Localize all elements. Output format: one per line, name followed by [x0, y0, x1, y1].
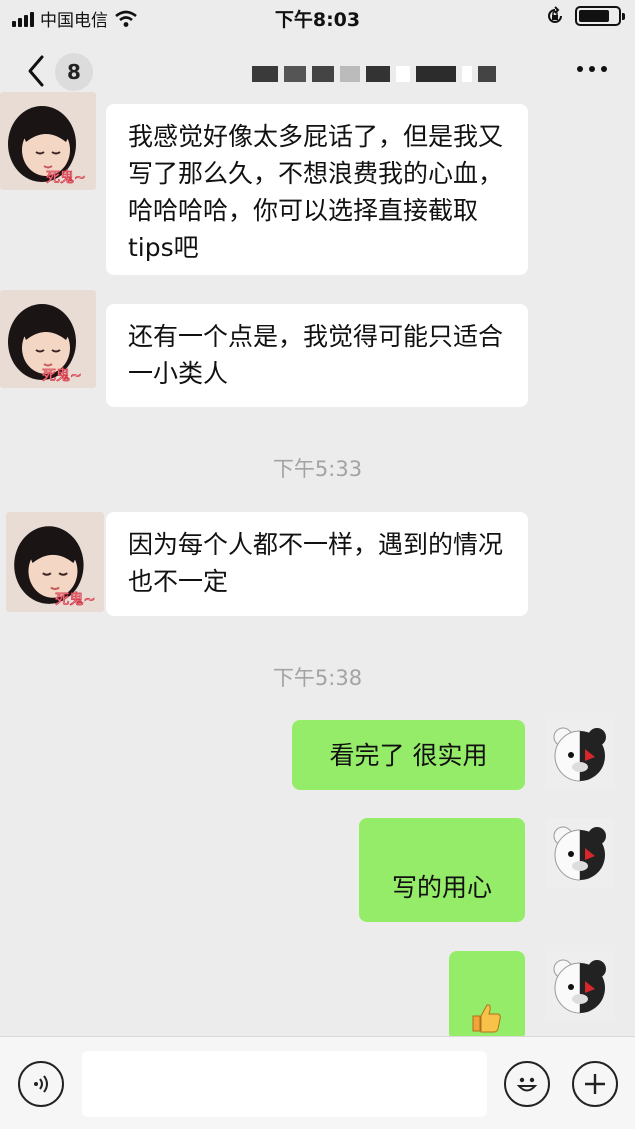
- outgoing-message-bubble[interactable]: 写的用心: [359, 818, 525, 922]
- voice-icon[interactable]: [18, 1061, 64, 1107]
- status-time: 下午8:03: [274, 9, 361, 31]
- smiley-icon[interactable]: [504, 1061, 550, 1107]
- girl-sticker-image: 死鬼~: [0, 92, 96, 190]
- input-bar: [0, 1036, 635, 1129]
- unread-count-badge[interactable]: 8: [55, 53, 93, 91]
- girl-sticker-image: 死鬼~: [6, 512, 104, 612]
- incoming-message-bubble[interactable]: 我感觉好像太多屁话了，但是我又写了那么久，不想浪费我的心血，哈哈哈哈，你可以选择…: [106, 104, 528, 275]
- contact-avatar[interactable]: 死鬼~: [6, 512, 104, 612]
- sticker-text: 死鬼~: [46, 170, 86, 186]
- outgoing-message-bubble[interactable]: 看完了 很实用: [292, 720, 525, 790]
- message-text: 写的用心: [391, 873, 492, 902]
- message-text: 因为每个人都不一样，遇到的情况也不一定: [128, 530, 504, 596]
- battery-icon: [575, 6, 625, 26]
- more-options-icon[interactable]: [577, 66, 607, 72]
- sticker-text: 死鬼~: [55, 591, 95, 608]
- plus-icon[interactable]: [572, 1061, 618, 1107]
- my-avatar[interactable]: [545, 951, 615, 1021]
- message-input[interactable]: [82, 1051, 487, 1117]
- bear-avatar-image: [545, 719, 615, 789]
- contact-avatar[interactable]: 死鬼~: [0, 290, 96, 388]
- rotation-lock-icon: [548, 6, 562, 23]
- bear-avatar-image: [545, 818, 615, 888]
- my-avatar[interactable]: [545, 719, 615, 789]
- status-right: [545, 6, 625, 26]
- message-text: 我感觉好像太多屁话了，但是我又写了那么久，不想浪费我的心血，哈哈哈哈，你可以选择…: [128, 122, 504, 262]
- girl-sticker-image: 死鬼~: [0, 290, 96, 388]
- outgoing-message-bubble[interactable]: [449, 951, 525, 1041]
- back-arrow-icon[interactable]: [22, 54, 52, 88]
- contact-avatar[interactable]: 死鬼~: [0, 92, 96, 190]
- contact-name-redacted: [252, 66, 496, 82]
- bear-avatar-image: [545, 951, 615, 1021]
- message-text: 看完了 很实用: [329, 740, 488, 770]
- thumbs-up-icon: [472, 1004, 501, 1033]
- timestamp: 下午5:33: [272, 457, 363, 481]
- status-bar: 中国电信 下午8:03: [0, 0, 635, 36]
- timestamp: 下午5:38: [272, 666, 363, 690]
- my-avatar[interactable]: [545, 818, 615, 888]
- message-text: 还有一个点是，我觉得可能只适合一小类人: [128, 322, 504, 388]
- incoming-message-bubble[interactable]: 还有一个点是，我觉得可能只适合一小类人: [106, 304, 528, 407]
- sticker-text: 死鬼~: [42, 368, 82, 384]
- incoming-message-bubble[interactable]: 因为每个人都不一样，遇到的情况也不一定: [106, 512, 528, 616]
